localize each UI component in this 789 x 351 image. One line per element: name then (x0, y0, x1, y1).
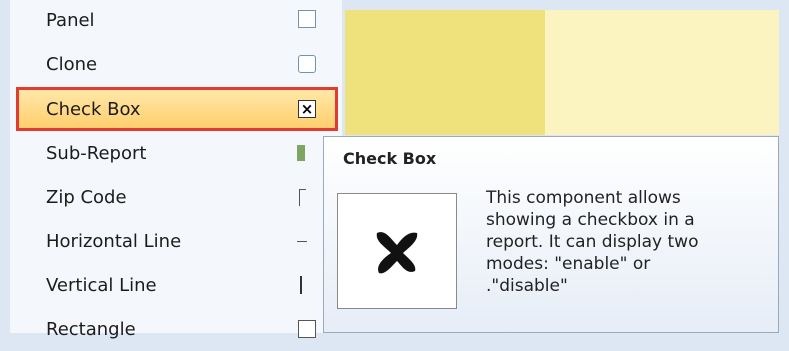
design-area-light (545, 10, 779, 135)
menu-item-label: Zip Code (46, 186, 127, 208)
menu-item-panel[interactable]: Panel (10, 0, 300, 42)
menu-item-label: Check Box (46, 98, 141, 120)
menu-item-clone[interactable]: Clone (10, 42, 300, 86)
menu-item-label: Horizontal Line (46, 230, 182, 252)
menu-item-label: Clone (46, 53, 98, 75)
menu-item-label: Vertical Line (46, 274, 157, 296)
component-tooltip: Check Box This component allows showing … (323, 136, 779, 333)
menu-item-zip-code[interactable]: Zip Code (10, 175, 300, 219)
menu-item-vertical-line[interactable]: Vertical Line (10, 263, 300, 307)
design-area-yellow (345, 10, 545, 135)
menu-item-sub-report[interactable]: Sub-Report (10, 131, 300, 175)
panel-icon (296, 8, 318, 30)
vertical-line-icon (296, 274, 306, 296)
menu-item-rectangle[interactable]: Rectangle (10, 307, 300, 351)
zipcode-icon (296, 186, 308, 208)
rectangle-icon (296, 318, 318, 340)
checkbox-icon: × (296, 98, 318, 120)
menu-item-label: Rectangle (46, 318, 136, 340)
tooltip-title: Check Box (343, 149, 437, 168)
menu-item-horizontal-line[interactable]: Horizontal Line (10, 219, 300, 263)
right-strip (779, 0, 789, 333)
checkmark-icon (337, 193, 457, 309)
clone-icon (296, 53, 318, 75)
menu-item-label: Panel (46, 9, 95, 31)
menu-item-label: Sub-Report (46, 142, 147, 164)
tooltip-description: This component allows showing a checkbox… (486, 188, 699, 296)
horizontal-line-icon (296, 230, 308, 252)
subreport-icon (296, 142, 306, 164)
menu-item-check-box[interactable]: Check Box (10, 87, 300, 131)
